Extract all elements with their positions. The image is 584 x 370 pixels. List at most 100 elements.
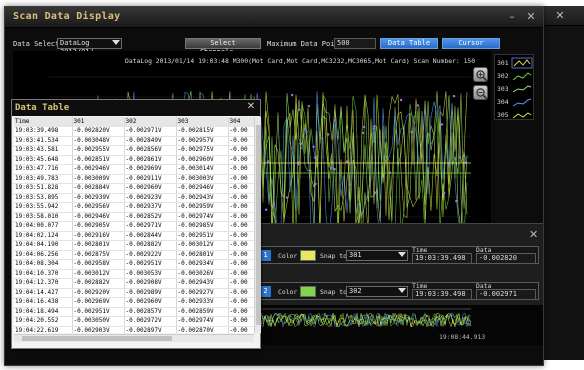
value-cell: -0.002897V: [124, 326, 177, 333]
overview-track[interactable]: 19:08:44.913: [256, 305, 543, 345]
scrollbar-thumb[interactable]: [22, 336, 172, 341]
snap-to-dropdown[interactable]: 302: [346, 286, 408, 297]
table-row[interactable]: 19:04:00.077 -0.002905V -0.002971V -0.00298…: [14, 221, 254, 232]
table-row[interactable]: 19:03:58.010 -0.002946V -0.002852V -0.00297…: [14, 212, 254, 222]
table-row[interactable]: 19:04:04.190 -0.002801V -0.002882V -0.00301…: [14, 240, 254, 251]
table-row[interactable]: 19:03:51.828 -0.002884V -0.002960V -0.00294…: [14, 183, 254, 194]
legend-item-301[interactable]: 301: [497, 57, 533, 69]
close-icon[interactable]: ✕: [522, 10, 540, 24]
close-icon[interactable]: ✕: [529, 228, 538, 241]
value-cell: -0.002875V: [72, 250, 125, 260]
value-cell: -0.00: [228, 316, 254, 327]
data-point-marker: [440, 123, 444, 126]
close-icon[interactable]: ✕: [551, 9, 569, 23]
column-header[interactable]: 301: [72, 117, 125, 127]
table-row[interactable]: 19:03:55.942 -0.002956V -0.002937V -0.00295…: [14, 202, 254, 213]
time-cell: 19:04:04.190: [14, 240, 73, 251]
value-cell: -0.002985V: [176, 221, 229, 232]
vertical-scrollbar[interactable]: [254, 117, 261, 333]
table-row[interactable]: 19:04:14.427 -0.002920V -0.002989V -0.00292…: [14, 288, 254, 298]
cursor-color-swatch[interactable]: [300, 250, 316, 261]
value-cell: -0.00: [228, 126, 254, 137]
column-header[interactable]: 303: [176, 117, 229, 127]
value-cell: -0.002955V: [72, 145, 125, 156]
snap-to-value: 302: [349, 287, 362, 295]
data-point-marker: [327, 133, 330, 136]
close-icon[interactable]: ✕: [244, 100, 258, 114]
time-cell: 19:04:10.370: [14, 269, 73, 279]
cursor-color-swatch[interactable]: [300, 286, 316, 297]
value-cell: -0.002844V: [124, 231, 177, 241]
cursor-data-field[interactable]: -0.002971: [476, 289, 536, 300]
snap-to-dropdown[interactable]: 301: [346, 250, 408, 261]
table-row[interactable]: 19:03:43.581 -0.002955V -0.002856V -0.00297…: [14, 145, 254, 156]
zoom-in-icon[interactable]: [473, 67, 488, 82]
table-row[interactable]: 19:03:49.783 -0.003009V -0.002911V -0.00300…: [14, 174, 254, 184]
max-points-input[interactable]: 500: [334, 38, 376, 49]
value-cell: -0.00: [228, 240, 254, 251]
column-header[interactable]: 302: [124, 117, 177, 127]
data-point-marker: [264, 208, 268, 211]
scrollbar-thumb[interactable]: [256, 125, 261, 325]
legend-item-303[interactable]: 303: [497, 83, 533, 95]
table-row[interactable]: 19:04:10.370 -0.003012V -0.003053V -0.00302…: [14, 269, 254, 279]
data-table-grid[interactable]: Time 301 302 303 304 19:03:39.498 -0.0028…: [14, 117, 254, 333]
table-row[interactable]: 19:04:06.256 -0.002875V -0.002922V -0.00280…: [14, 250, 254, 260]
value-cell: -0.00: [228, 269, 254, 279]
value-cell: -0.002859V: [176, 307, 229, 317]
value-cell: -0.003050V: [72, 316, 125, 327]
table-row[interactable]: 19:04:18.494 -0.002951V -0.002857V -0.00285…: [14, 307, 254, 317]
value-cell: -0.00: [228, 259, 254, 270]
horizontal-scrollbar[interactable]: [14, 334, 254, 342]
value-cell: -0.002960V: [124, 183, 177, 194]
data-table-button[interactable]: Data Table: [380, 38, 438, 49]
column-header[interactable]: 304: [228, 117, 254, 127]
zoom-out-icon[interactable]: [473, 85, 488, 100]
data-point-marker: [399, 98, 403, 102]
table-row[interactable]: 19:03:53.895 -0.002939V -0.002923V -0.00294…: [14, 193, 254, 203]
data-select-dropdown[interactable]: DataLog 2013/01/: [57, 38, 122, 56]
value-cell: -0.002939V: [72, 193, 125, 203]
value-cell: -0.002908V: [124, 278, 177, 289]
table-row[interactable]: 19:04:08.304 -0.002958V -0.002951V -0.00293…: [14, 259, 254, 270]
table-row[interactable]: 19:03:47.716 -0.002946V -0.002969V -0.00301…: [14, 164, 254, 175]
value-cell: -0.00: [228, 183, 254, 194]
value-cell: -0.002975V: [176, 145, 229, 156]
value-cell: -0.002971V: [124, 221, 177, 232]
table-row[interactable]: 19:04:20.552 -0.003050V -0.002972V -0.00297…: [14, 316, 254, 327]
table-row[interactable]: 19:04:22.619 -0.002903V -0.002897V -0.00287…: [14, 326, 254, 333]
legend-item-302[interactable]: 302: [497, 70, 533, 82]
value-cell: -0.00: [228, 145, 254, 156]
table-row[interactable]: 19:04:12.370 -0.002882V -0.002908V -0.00294…: [14, 278, 254, 289]
cursor-button[interactable]: Cursor: [442, 38, 500, 49]
column-header[interactable]: Time: [14, 117, 73, 127]
table-row[interactable]: 19:03:39.498 -0.002820V -0.002971V -0.00281…: [14, 126, 254, 137]
minimize-icon[interactable]: –: [503, 10, 521, 24]
value-cell: -0.002856V: [124, 145, 177, 156]
window-title: Scan Data Display: [13, 11, 121, 22]
cursor-time-field[interactable]: 19:03:39.498: [412, 289, 472, 300]
value-cell: -0.003014V: [176, 164, 229, 175]
value-cell: -0.00: [228, 250, 254, 260]
value-cell: -0.002933V: [176, 297, 229, 308]
data-point-marker: [348, 183, 351, 186]
table-row[interactable]: 19:03:41.534 -0.003048V -0.002849V -0.00295…: [14, 136, 254, 146]
value-cell: -0.002956V: [72, 202, 125, 213]
value-cell: -0.003012V: [176, 240, 229, 251]
legend-item-304[interactable]: 304: [497, 96, 533, 108]
legend-swatch-icon: [512, 112, 532, 119]
cursor-data-field[interactable]: -0.002820: [476, 253, 536, 264]
value-cell: -0.002857V: [124, 307, 177, 317]
overview-plot[interactable]: [256, 305, 543, 345]
time-cell: 19:03:51.828: [14, 183, 73, 194]
value-cell: -0.002958V: [72, 259, 125, 270]
data-point-marker: [361, 131, 365, 135]
table-row[interactable]: 19:04:16.438 -0.002969V -0.002960V -0.00293…: [14, 297, 254, 308]
select-channels-button[interactable]: Select Channels...: [185, 38, 261, 56]
cursor-row-2: 2 Color Snap to 302 Time 19:03:39.498 Da…: [257, 282, 539, 300]
legend-item-305[interactable]: 305: [497, 109, 533, 121]
table-row[interactable]: 19:04:02.124 -0.002916V -0.002844V -0.00295…: [14, 231, 254, 241]
value-cell: -0.002870V: [176, 326, 229, 333]
table-row[interactable]: 19:03:45.648 -0.002851V -0.002861V -0.00296…: [14, 155, 254, 165]
cursor-time-field[interactable]: 19:03:39.498: [412, 253, 472, 264]
